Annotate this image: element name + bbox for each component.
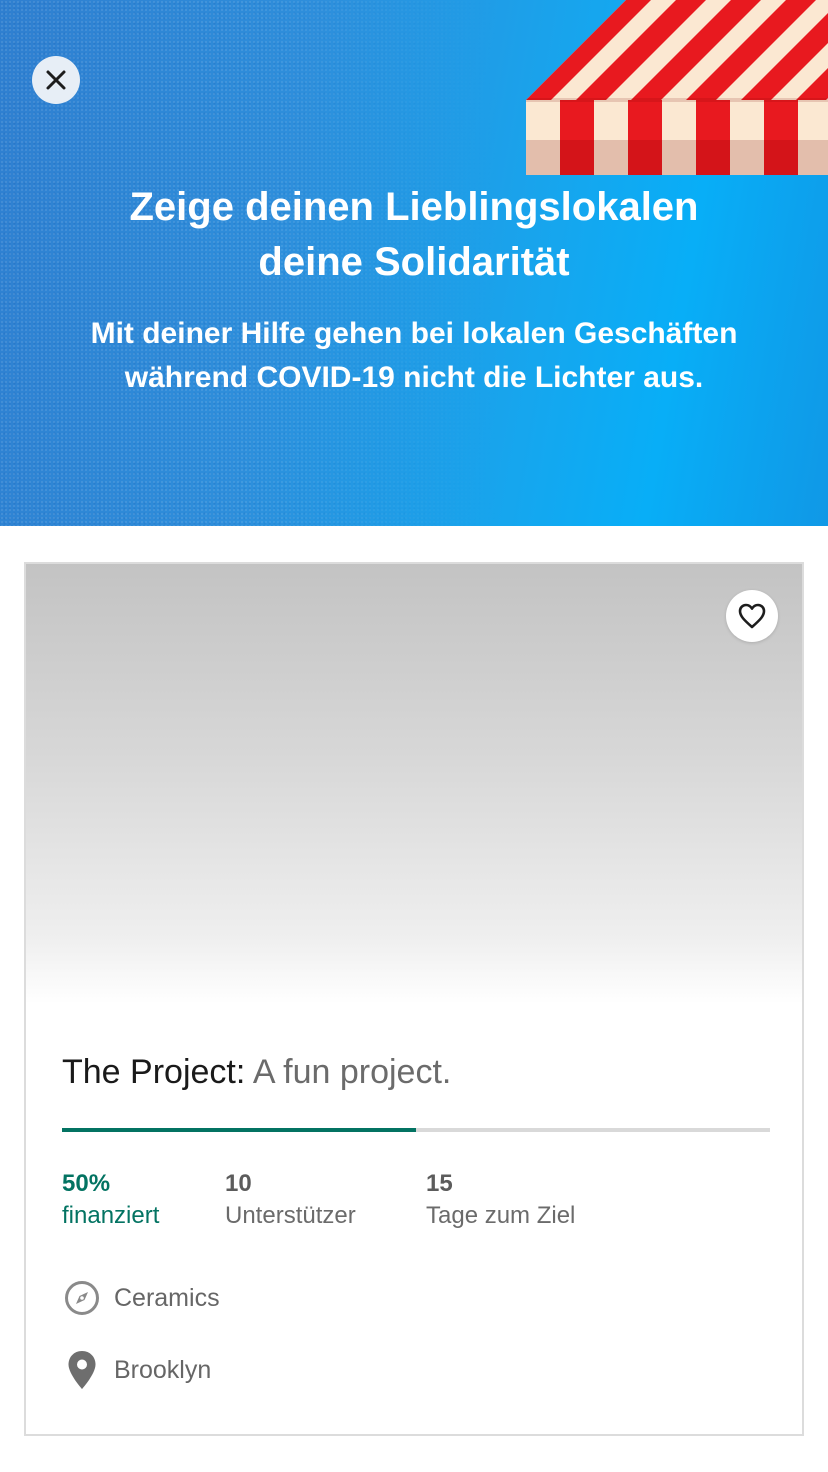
stat-backers-label: Unterstützer: [225, 1202, 356, 1229]
stat-days-left: 15 Tage zum Ziel: [426, 1168, 575, 1232]
location-link[interactable]: Brooklyn: [62, 1350, 211, 1390]
heart-outline-icon: [738, 603, 766, 629]
map-pin-icon: [62, 1350, 102, 1390]
stat-funded-label: finanziert: [62, 1202, 160, 1229]
close-button[interactable]: [32, 56, 80, 104]
funding-progress-fill: [62, 1128, 416, 1132]
project-image[interactable]: [26, 564, 802, 1004]
hero-title: Zeige deinen Lieblingslokalen deine Soli…: [129, 185, 699, 284]
project-title[interactable]: The Project: A fun project.: [62, 1050, 451, 1094]
category-link[interactable]: Ceramics: [62, 1278, 220, 1318]
close-icon: [46, 70, 66, 90]
project-name: The Project:: [62, 1053, 246, 1091]
stat-backers-value: 10: [225, 1170, 252, 1197]
stat-backers: 10 Unterstützer: [225, 1168, 356, 1232]
hero-subtitle: Mit deiner Hilfe gehen bei lokalen Gesch…: [90, 317, 738, 394]
category-label: Ceramics: [114, 1283, 220, 1312]
location-label: Brooklyn: [114, 1355, 212, 1384]
hero-banner: Zeige deinen Lieblingslokalen deine Soli…: [0, 0, 828, 526]
awning-illustration: [526, 0, 828, 175]
project-card[interactable]: The Project: A fun project. 50% finanzie…: [24, 562, 804, 1436]
stat-days-label: Tage zum Ziel: [426, 1202, 576, 1229]
project-blurb: A fun project.: [252, 1053, 452, 1091]
favorite-button[interactable]: [726, 590, 778, 642]
stat-funded-value: 50%: [62, 1170, 111, 1197]
stat-funded: 50% finanziert: [62, 1168, 159, 1232]
funding-progress-bar: [62, 1128, 770, 1132]
compass-icon: [62, 1278, 102, 1318]
stat-days-value: 15: [426, 1170, 453, 1197]
